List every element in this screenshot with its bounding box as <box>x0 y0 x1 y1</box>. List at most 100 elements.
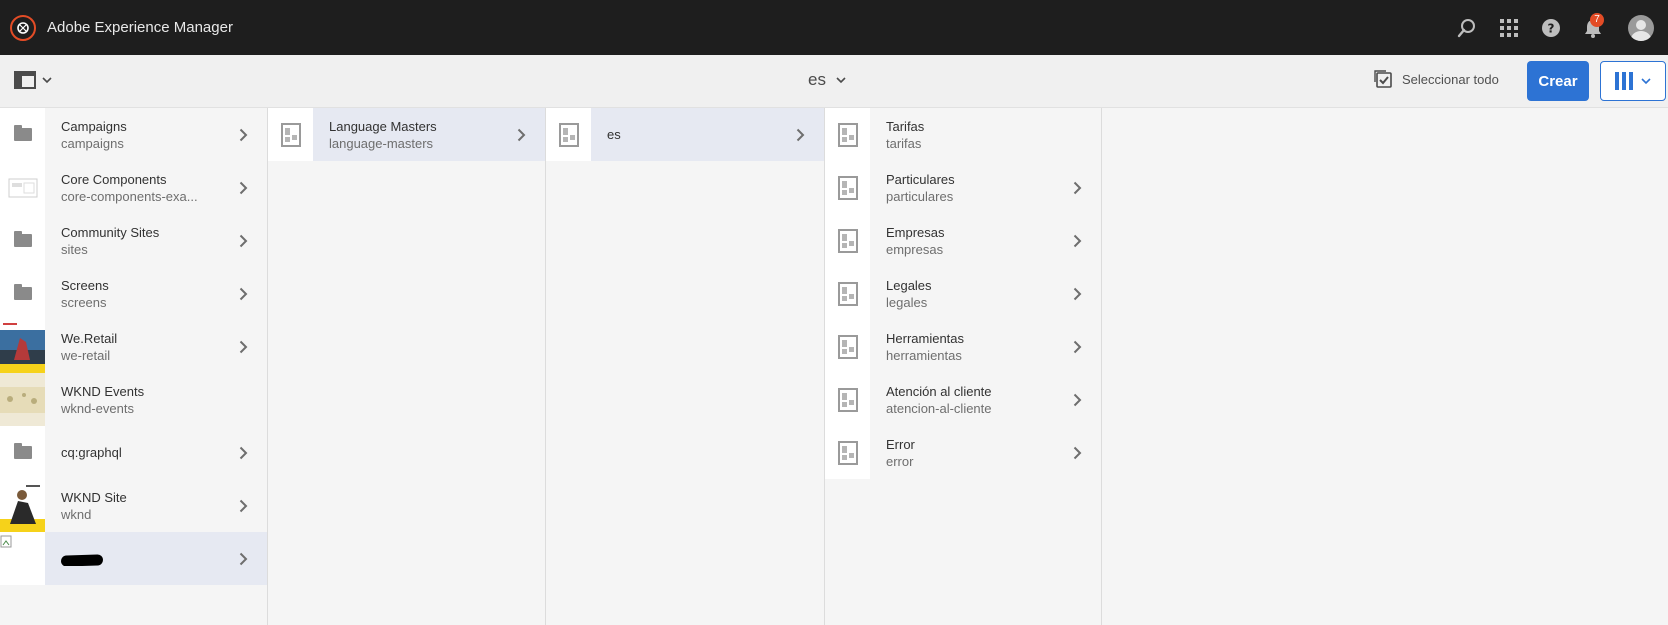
item-subtitle: screens <box>61 294 107 310</box>
item-text: WKND Events wknd-events <box>61 383 267 417</box>
item-thumbnail[interactable] <box>825 214 870 267</box>
item-title: Language Masters <box>329 118 437 134</box>
chevron-right-icon <box>517 128 525 141</box>
item-thumbnail[interactable] <box>825 373 870 426</box>
item-subtitle: campaigns <box>61 135 124 151</box>
item-title: cq:graphql <box>61 445 122 460</box>
create-button[interactable]: Crear <box>1527 61 1589 101</box>
expand-chevron[interactable] <box>233 287 253 301</box>
side-panel-icon <box>14 71 36 89</box>
item-thumbnail[interactable] <box>0 108 45 161</box>
expand-chevron[interactable] <box>233 446 253 460</box>
user-profile-button[interactable] <box>1614 0 1668 55</box>
item-thumbnail[interactable] <box>0 426 45 479</box>
chevron-right-icon <box>239 234 247 247</box>
item-thumbnail[interactable] <box>0 320 45 373</box>
adobe-experience-manager-logo-icon[interactable] <box>10 14 36 41</box>
app-title[interactable]: Adobe Experience Manager <box>47 19 233 36</box>
item-thumbnail[interactable] <box>546 108 591 161</box>
expand-chevron[interactable] <box>233 499 253 513</box>
expand-chevron[interactable] <box>233 128 253 142</box>
column-item[interactable]: WKND Events wknd-events <box>0 373 267 426</box>
rail-toggle-button[interactable] <box>14 71 52 89</box>
column-item[interactable]: cq:graphql <box>0 426 267 479</box>
item-subtitle: we-retail <box>61 347 111 363</box>
help-icon: ? <box>1542 18 1560 37</box>
column-item[interactable]: Tarifas tarifas <box>825 108 1101 161</box>
item-thumbnail[interactable] <box>825 108 870 161</box>
expand-chevron[interactable] <box>1067 287 1087 301</box>
expand-chevron[interactable] <box>790 128 810 142</box>
chevron-right-icon <box>1073 393 1081 406</box>
item-title: Error <box>886 436 915 452</box>
we-retail-thumb <box>0 320 45 373</box>
wknd-thumb <box>0 479 45 532</box>
expand-chevron[interactable] <box>233 340 253 354</box>
help-button[interactable]: ? <box>1530 0 1572 55</box>
column-item[interactable]: WKND Site wknd <box>0 479 267 532</box>
expand-chevron[interactable] <box>1067 340 1087 354</box>
expand-chevron[interactable] <box>233 234 253 248</box>
item-thumbnail[interactable] <box>0 267 45 320</box>
expand-chevron[interactable] <box>511 128 531 142</box>
expand-chevron[interactable] <box>1067 393 1087 407</box>
select-all-button[interactable]: Seleccionar todo <box>1374 70 1499 88</box>
column-item[interactable]: Herramientas herramientas <box>825 320 1101 373</box>
item-text: WKND Site wknd <box>61 489 233 523</box>
item-text: cq:graphql <box>61 444 233 461</box>
item-title: Herramientas <box>886 330 965 346</box>
column-item[interactable]: Campaigns campaigns <box>0 108 267 161</box>
column-1: Campaigns campaigns Core Components core-co… <box>0 108 268 625</box>
column-2: Language Masters language-masters <box>268 108 546 625</box>
item-thumbnail[interactable] <box>825 267 870 320</box>
column-item[interactable]: es <box>546 108 824 161</box>
chevron-right-icon <box>239 552 247 565</box>
page-icon <box>837 175 858 200</box>
notifications-badge: 7 <box>1590 13 1604 27</box>
search-button[interactable] <box>1446 0 1488 55</box>
item-thumbnail[interactable] <box>0 373 45 426</box>
column-item[interactable]: Core Components core-components-exa... <box>0 161 267 214</box>
checkbox-select-all-icon <box>1374 70 1392 88</box>
expand-chevron[interactable] <box>1067 446 1087 460</box>
notifications-button[interactable]: 7 <box>1572 0 1614 55</box>
column-item[interactable]: Screens screens <box>0 267 267 320</box>
redacted-title <box>61 554 104 566</box>
column-item[interactable]: Language Masters language-masters <box>268 108 545 161</box>
item-text: Community Sites sites <box>61 224 233 258</box>
column-item[interactable]: Particulares particulares <box>825 161 1101 214</box>
item-text: Tarifas tarifas <box>886 118 1101 152</box>
expand-chevron[interactable] <box>1067 181 1087 195</box>
page-icon <box>558 122 579 147</box>
column-item[interactable]: Empresas empresas <box>825 214 1101 267</box>
item-thumbnail[interactable] <box>825 426 870 479</box>
expand-chevron[interactable] <box>1067 234 1087 248</box>
view-switcher-button[interactable] <box>1600 61 1666 101</box>
item-thumbnail[interactable] <box>268 108 313 161</box>
location-title-dropdown[interactable]: es <box>808 70 846 90</box>
item-thumbnail[interactable] <box>0 214 45 267</box>
item-text: We.Retail we-retail <box>61 330 233 364</box>
action-bar: es Seleccionar todo Crear <box>0 55 1668 108</box>
item-title: Legales <box>886 277 932 293</box>
apps-grid-icon <box>1500 18 1518 37</box>
item-title: Empresas <box>886 224 945 240</box>
column-item[interactable]: Legales legales <box>825 267 1101 320</box>
item-subtitle: tarifas <box>886 135 922 151</box>
expand-chevron[interactable] <box>233 181 253 195</box>
item-thumbnail[interactable] <box>825 320 870 373</box>
column-item[interactable]: Community Sites sites <box>0 214 267 267</box>
item-thumbnail[interactable] <box>0 161 45 214</box>
item-thumbnail[interactable] <box>825 161 870 214</box>
expand-chevron[interactable] <box>233 552 253 566</box>
chevron-right-icon <box>239 287 247 300</box>
column-item[interactable]: We.Retail we-retail <box>0 320 267 373</box>
column-item[interactable]: Error error <box>825 426 1101 479</box>
page-icon <box>837 228 858 253</box>
column-3: es <box>546 108 825 625</box>
solutions-button[interactable] <box>1488 0 1530 55</box>
column-item[interactable]: Atención al cliente atencion-al-cliente <box>825 373 1101 426</box>
item-thumbnail[interactable] <box>0 479 45 532</box>
item-thumbnail[interactable] <box>0 532 45 585</box>
column-item[interactable] <box>0 532 267 585</box>
